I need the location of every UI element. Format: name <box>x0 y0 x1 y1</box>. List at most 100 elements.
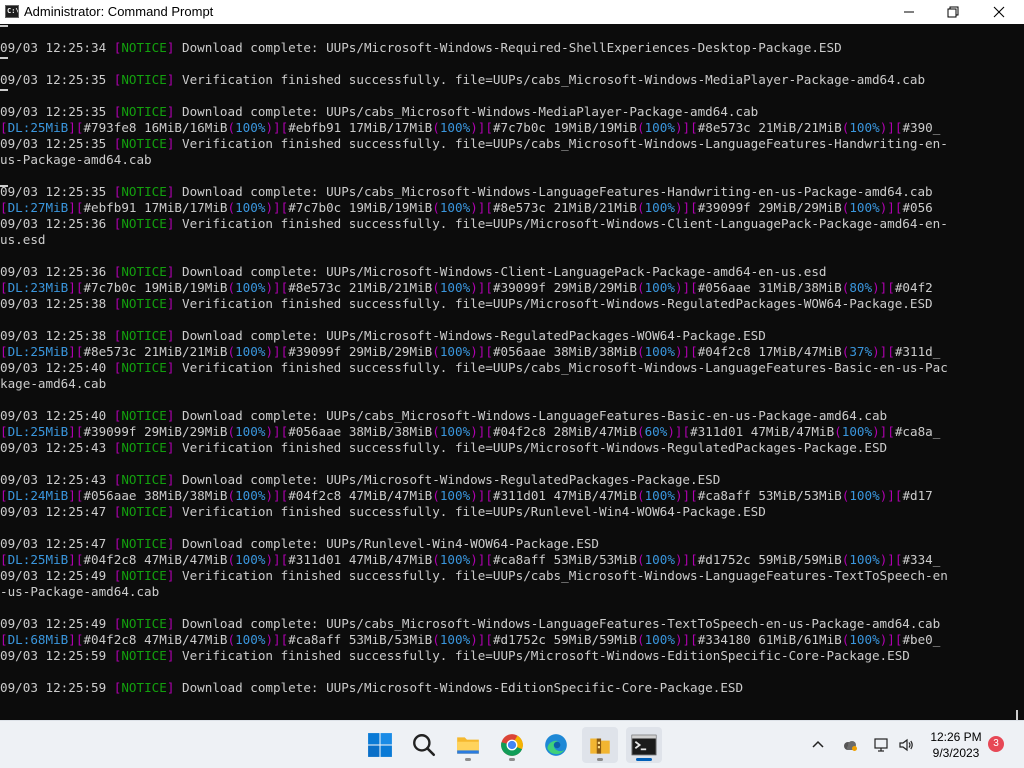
search-button[interactable] <box>406 727 442 763</box>
notice-tag: NOTICE <box>121 360 167 375</box>
console-text: 09/03 12:25:35 <box>0 72 114 87</box>
window-titlebar[interactable]: C:\ Administrator: Command Prompt <box>0 0 1024 24</box>
console-output[interactable]: 09/03 12:25:34 [NOTICE] Download complet… <box>0 24 1024 720</box>
console-text: [ <box>0 344 8 359</box>
console-line: [DL:25MiB][#793fe8 16MiB/16MiB(100%)][#e… <box>0 120 1010 136</box>
console-text: )][ <box>265 488 289 503</box>
progress-percent: 100% <box>849 120 880 135</box>
console-text: ( <box>227 632 236 647</box>
console-text: #8e573c 21MiB/21MiB <box>288 280 433 295</box>
windows-start-icon <box>368 733 392 757</box>
progress-percent: 100% <box>849 488 880 503</box>
progress-percent: 100% <box>235 424 266 439</box>
console-text: 09/03 12:25:36 <box>0 264 114 279</box>
console-text: )][ <box>674 488 698 503</box>
console-line: 09/03 12:25:47 [NOTICE] Download complet… <box>0 536 1010 552</box>
download-speed: DL:25MiB <box>7 344 69 359</box>
console-text: 09/03 12:25:40 <box>0 408 114 423</box>
console-text: [ <box>0 488 8 503</box>
search-icon <box>413 734 436 757</box>
console-line: [DL:68MiB][#04f2c8 47MiB/47MiB(100%)][#c… <box>0 632 1010 648</box>
close-button[interactable] <box>976 0 1022 24</box>
console-line: 09/03 12:25:36 [NOTICE] Verification fin… <box>0 216 1010 232</box>
console-scrollbar[interactable] <box>1010 24 1024 728</box>
console-text: Download complete: UUPs/Microsoft-Window… <box>174 472 721 487</box>
weather-tray-button[interactable] <box>840 735 860 755</box>
progress-percent: 100% <box>439 280 471 295</box>
download-speed: DL:24MiB <box>7 488 69 503</box>
command-prompt-app-icon[interactable]: C:\ <box>5 5 19 18</box>
weather-icon <box>844 741 857 751</box>
console-text: )][ <box>872 280 895 295</box>
console-text: )][ <box>872 344 895 359</box>
taskbar-edge[interactable] <box>538 727 574 763</box>
maximize-icon <box>947 6 959 18</box>
console-text: #04f2c8 17MiB/47MiB <box>697 344 842 359</box>
console-text: #d1752c 59MiB/59MiB <box>492 632 637 647</box>
taskbar-chrome[interactable] <box>494 727 530 763</box>
console-text: )][ <box>667 424 691 439</box>
minimize-button[interactable] <box>886 0 932 24</box>
console-text: )][ <box>265 280 289 295</box>
console-text: )][ <box>470 424 493 439</box>
progress-percent: 80% <box>849 280 873 295</box>
console-text: #8e573c 21MiB/21MiB <box>83 344 228 359</box>
progress-percent: 100% <box>439 632 471 647</box>
start-button[interactable] <box>362 727 398 763</box>
console-line: 09/03 12:25:49 [NOTICE] Download complet… <box>0 616 1010 632</box>
show-hidden-icons-button[interactable] <box>808 735 828 755</box>
running-indicator <box>465 758 471 761</box>
progress-percent: 100% <box>439 424 471 439</box>
taskbar-file-explorer[interactable] <box>450 727 486 763</box>
window-title: Administrator: Command Prompt <box>24 4 214 19</box>
console-text: Verification finished successfully. file… <box>174 296 933 311</box>
progress-percent: 100% <box>644 120 675 135</box>
volume-tray-button[interactable] <box>896 735 916 755</box>
console-text: us-Package-amd64.cab <box>0 152 152 167</box>
close-icon <box>993 6 1005 18</box>
console-line: 09/03 12:25:59 [NOTICE] Download complet… <box>0 680 1010 696</box>
console-text: kage-amd64.cab <box>0 376 107 391</box>
active-indicator <box>636 758 652 761</box>
progress-percent: 100% <box>841 424 873 439</box>
console-text: ( <box>432 120 440 135</box>
console-text: Download complete: UUPs/cabs_Microsoft-W… <box>174 616 941 631</box>
taskbar-archive-app[interactable] <box>582 727 618 763</box>
download-speed: DL:27MiB <box>7 200 69 215</box>
taskbar-command-prompt[interactable] <box>626 727 662 763</box>
clock-date: 9/3/2023 <box>932 746 980 760</box>
console-text: )][ <box>265 120 289 135</box>
minimize-icon <box>904 11 914 13</box>
console-text: 09/03 12:25:36 <box>0 216 114 231</box>
console-line: [DL:24MiB][#056aae 38MiB/38MiB(100%)][#0… <box>0 488 1010 504</box>
console-text: #056aae 38MiB/38MiB <box>492 344 637 359</box>
console-text: ( <box>637 488 645 503</box>
console-text: Verification finished successfully. file… <box>174 216 948 231</box>
progress-percent: 100% <box>644 200 675 215</box>
notification-badge[interactable]: 3 <box>988 736 1004 752</box>
console-text: #04f2 <box>894 280 933 295</box>
console-text: #04f2c8 47MiB/47MiB <box>288 488 433 503</box>
console-text: )][ <box>265 344 289 359</box>
console-text: #311d01 47MiB/47MiB <box>492 488 637 503</box>
console-text: ( <box>834 424 842 439</box>
console-text: )][ <box>265 200 289 215</box>
console-text: 09/03 12:25:38 <box>0 296 114 311</box>
console-text: ( <box>432 552 440 567</box>
progress-percent: 100% <box>849 632 880 647</box>
console-text: Verification finished successfully. file… <box>174 568 948 583</box>
console-text: #d1752c 59MiB/59MiB <box>697 552 842 567</box>
console-text: [ <box>0 120 8 135</box>
maximize-button[interactable] <box>930 0 976 24</box>
console-text: ( <box>637 632 645 647</box>
console-text: )][ <box>470 344 493 359</box>
archive-app-icon <box>590 738 610 754</box>
taskbar-clock[interactable]: 12:26 PM 9/3/2023 <box>922 729 990 761</box>
notice-tag: NOTICE <box>121 680 167 695</box>
console-text: 09/03 12:25:35 <box>0 104 114 119</box>
network-tray-button[interactable] <box>872 735 892 755</box>
console-text: #311d_ <box>894 344 941 359</box>
console-text: 09/03 12:25:38 <box>0 328 114 343</box>
notice-tag: NOTICE <box>121 184 167 199</box>
console-text: ][ <box>68 424 84 439</box>
